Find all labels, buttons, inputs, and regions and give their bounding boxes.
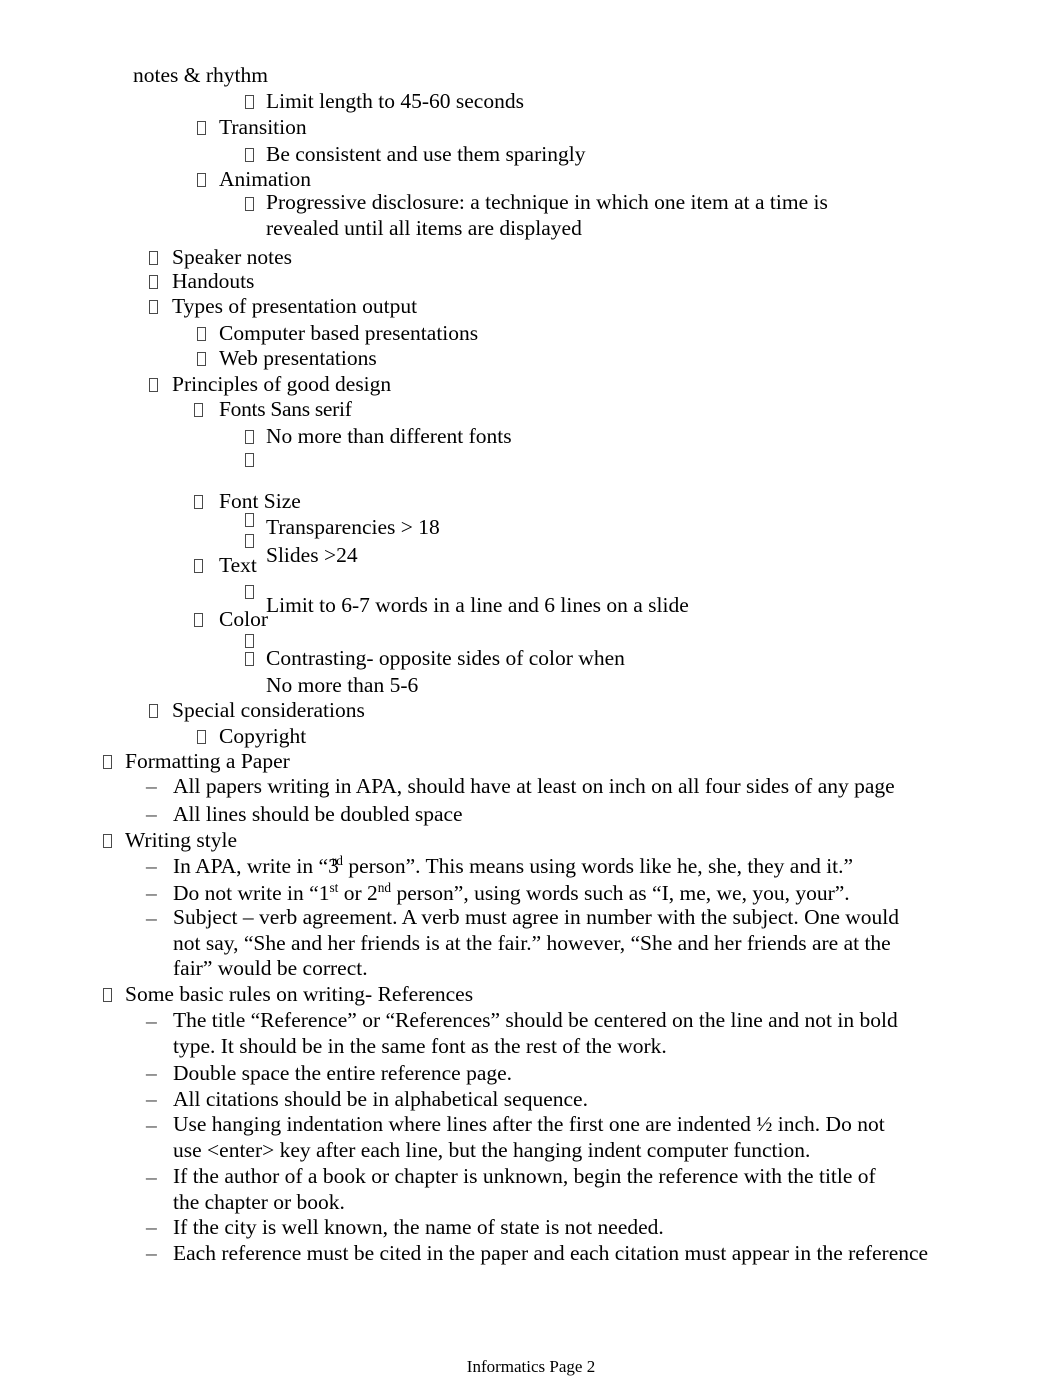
outline-item-copyright: Copyright (219, 724, 307, 748)
outline-item-limit-words: Limit to 6-7 words in a line and 6 lines… (266, 593, 689, 617)
dash-bullet: – (146, 906, 157, 930)
outline-item-font-size: Font Size (219, 489, 301, 513)
continued-text-line: notes & rhythm (133, 63, 268, 87)
bullet-glyph (245, 527, 254, 553)
outline-item-in-apa: In APA, write in “3rd person”. This mean… (173, 853, 853, 879)
outline-item-alphabetical: All citations should be in alphabetical … (173, 1087, 588, 1111)
outline-item-speaker-notes: Speaker notes (172, 245, 293, 269)
bullet-glyph (245, 141, 254, 167)
bullet-glyph (245, 578, 254, 604)
bullet-glyph (245, 645, 254, 671)
bullet-glyph (149, 268, 158, 294)
dash-bullet: – (146, 881, 157, 905)
outline-item-writing-style: Writing style (125, 828, 237, 852)
bullet-glyph (194, 552, 203, 578)
outline-item-principles-of-good-design: Principles of good design (172, 372, 392, 396)
outline-item-be-consistent: Be consistent and use them sparingly (266, 142, 586, 166)
outline-item-contrasting: Contrasting- opposite sides of color whe… (266, 646, 625, 670)
outline-item-transparencies: Transparencies > 18 (266, 515, 440, 539)
dash-bullet: – (146, 1087, 157, 1111)
outline-item-all-lines: All lines should be doubled space (173, 802, 463, 826)
dash-bullet: – (146, 1215, 157, 1239)
outline-item-no-more-than-5-6: No more than 5-6 (266, 673, 419, 697)
dash-bullet: – (146, 774, 157, 798)
bullet-glyph (149, 697, 158, 723)
do-not-write-part-5: person”, using words such as “I, me, we,… (391, 881, 850, 905)
dash-bullet: – (146, 1113, 157, 1137)
outline-item-limit-length: Limit length to 45-60 seconds (266, 89, 524, 113)
outline-item-transition: Transition (219, 115, 307, 139)
document-page: notes & rhythm Limit length to 45-60 sec… (0, 0, 1062, 1381)
in-apa-part-3: person”. This means using words like he,… (342, 854, 854, 878)
bullet-glyph (103, 748, 112, 774)
do-not-write-part-1: Do not write in “1 (173, 881, 330, 905)
outline-item-double-space: Double space the entire reference page. (173, 1061, 513, 1085)
outline-item-progressive-disclosure: Progressive disclosure: a technique in w… (266, 190, 828, 240)
dash-bullet: – (146, 1241, 157, 1265)
bullet-glyph (197, 345, 206, 371)
outline-item-title-reference: The title “Reference” or “References” sh… (173, 1008, 898, 1058)
dash-bullet: – (146, 1061, 157, 1085)
outline-item-no-more-than-different-fonts: No more than different fonts (266, 424, 512, 448)
bullet-glyph (149, 244, 158, 270)
bullet-glyph (194, 396, 203, 422)
dash-bullet: – (146, 1009, 157, 1033)
outline-item-slides: Slides >24 (266, 543, 358, 567)
outline-item-fonts-sans-serif: Fonts Sans serif (219, 397, 352, 421)
outline-item-formatting-a-paper: Formatting a Paper (125, 749, 290, 773)
dash-bullet: – (146, 1165, 157, 1189)
dash-bullet: – (146, 854, 157, 878)
outline-item-text: Text (219, 553, 257, 577)
bullet-glyph (245, 190, 254, 216)
outline-item-some-basic-rules: Some basic rules on writing- References (125, 982, 474, 1006)
bullet-glyph (197, 723, 206, 749)
outline-item-author-unknown: If the author of a book or chapter is un… (173, 1164, 876, 1214)
outline-item-web-presentations: Web presentations (219, 346, 377, 370)
outline-item-animation: Animation (219, 167, 311, 191)
outline-item-color: Color (219, 607, 268, 631)
bullet-glyph (197, 320, 206, 346)
outline-item-computer-based-presentations: Computer based presentations (219, 321, 479, 345)
page-footer: Informatics Page 2 (466, 1357, 596, 1376)
bullet-glyph (194, 606, 203, 632)
outline-item-city-known: If the city is well known, the name of s… (173, 1215, 664, 1239)
bullet-glyph (103, 827, 112, 853)
bullet-glyph (245, 88, 254, 114)
bullet-glyph (245, 446, 254, 472)
bullet-glyph (149, 371, 158, 397)
dash-bullet: – (146, 802, 157, 826)
outline-item-do-not-write: Do not write in “1st or 2nd person”, usi… (173, 880, 850, 906)
outline-item-all-papers: All papers writing in APA, should have a… (173, 774, 895, 798)
outline-item-handouts: Handouts (172, 269, 255, 293)
outline-item-types-of-presentation-output: Types of presentation output (172, 294, 418, 318)
bullet-glyph (149, 293, 158, 319)
outline-item-hanging-indent: Use hanging indentation where lines afte… (173, 1112, 885, 1162)
in-apa-part-1: In APA, write in “3 (173, 854, 339, 878)
ordinal-suffix-st: st (329, 879, 339, 895)
ordinal-suffix-rd: rd (331, 852, 343, 868)
bullet-glyph (197, 114, 206, 140)
bullet-glyph (103, 981, 112, 1007)
outline-item-subject-verb: Subject – verb agreement. A verb must ag… (173, 905, 900, 980)
outline-item-special-considerations: Special considerations (172, 698, 365, 722)
bullet-glyph (197, 166, 206, 192)
outline-item-each-reference: Each reference must be cited in the pape… (173, 1241, 929, 1265)
bullet-glyph (194, 488, 203, 514)
do-not-write-part-3: or 2 (338, 881, 378, 905)
ordinal-suffix-nd: nd (377, 879, 392, 895)
